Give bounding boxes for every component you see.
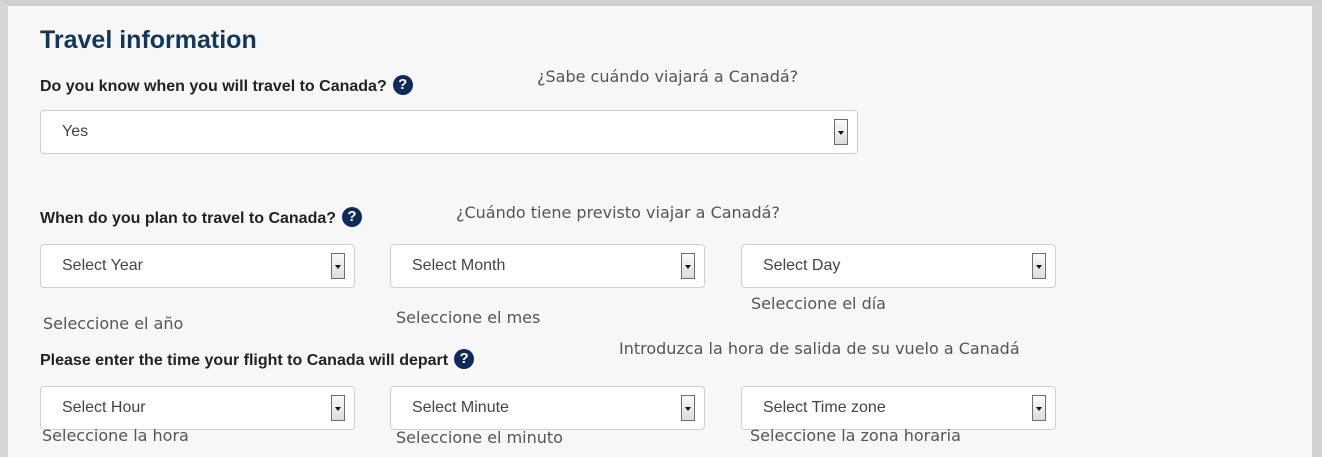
know-travel-date-value: Yes [62, 123, 89, 140]
travel-information-panel: Travel information Do you know when you … [10, 12, 1310, 457]
dropdown-arrow-icon[interactable] [331, 395, 345, 421]
planned-travel-date-question: When do you plan to travel to Canada?? [40, 206, 363, 228]
dropdown-arrow-icon[interactable] [681, 395, 695, 421]
question-circle-icon[interactable]: ? [392, 74, 413, 95]
select-hour-value: Select Hour [62, 399, 146, 416]
select-timezone-dropdown[interactable]: Select Time zone [741, 386, 1056, 430]
select-minute-dropdown[interactable]: Select Minute [390, 386, 705, 430]
select-hour-dropdown[interactable]: Select Hour [40, 386, 355, 430]
select-day-dropdown[interactable]: Select Day [741, 244, 1056, 288]
select-day-value: Select Day [763, 257, 841, 274]
year-translation: Seleccione el año [43, 314, 184, 333]
departure-time-label: Please enter the time your flight to Can… [40, 352, 449, 369]
select-month-value: Select Month [412, 257, 506, 274]
dropdown-arrow-icon[interactable] [1032, 395, 1046, 421]
departure-time-translation: Introduzca la hora de salida de su vuelo… [619, 339, 1020, 358]
dropdown-arrow-icon[interactable] [681, 253, 695, 279]
minute-translation: Seleccione el minuto [396, 428, 563, 447]
dropdown-arrow-icon[interactable] [834, 119, 848, 145]
planned-travel-date-label: When do you plan to travel to Canada? [40, 210, 337, 227]
know-travel-date-select[interactable]: Yes [40, 110, 858, 154]
dropdown-arrow-icon[interactable] [1032, 253, 1046, 279]
timezone-translation: Seleccione la zona horaria [750, 426, 961, 445]
section-title: Travel information [40, 26, 257, 54]
planned-travel-date-translation: ¿Cuándo tiene previsto viajar a Canadá? [456, 203, 780, 222]
hour-translation: Seleccione la hora [42, 426, 189, 445]
know-travel-date-question: Do you know when you will travel to Cana… [40, 74, 413, 96]
know-travel-date-label: Do you know when you will travel to Cana… [40, 78, 387, 95]
question-circle-icon[interactable]: ? [454, 348, 475, 369]
select-month-dropdown[interactable]: Select Month [390, 244, 705, 288]
select-year-value: Select Year [62, 257, 143, 274]
dropdown-arrow-icon[interactable] [331, 253, 345, 279]
know-travel-date-translation: ¿Sabe cuándo viajará a Canadá? [537, 67, 799, 86]
departure-time-question: Please enter the time your flight to Can… [40, 348, 475, 370]
select-minute-value: Select Minute [412, 399, 509, 416]
select-timezone-value: Select Time zone [763, 399, 886, 416]
month-translation: Seleccione el mes [396, 308, 541, 327]
select-year-dropdown[interactable]: Select Year [40, 244, 355, 288]
question-circle-icon[interactable]: ? [342, 206, 363, 227]
day-translation: Seleccione el día [751, 294, 886, 313]
